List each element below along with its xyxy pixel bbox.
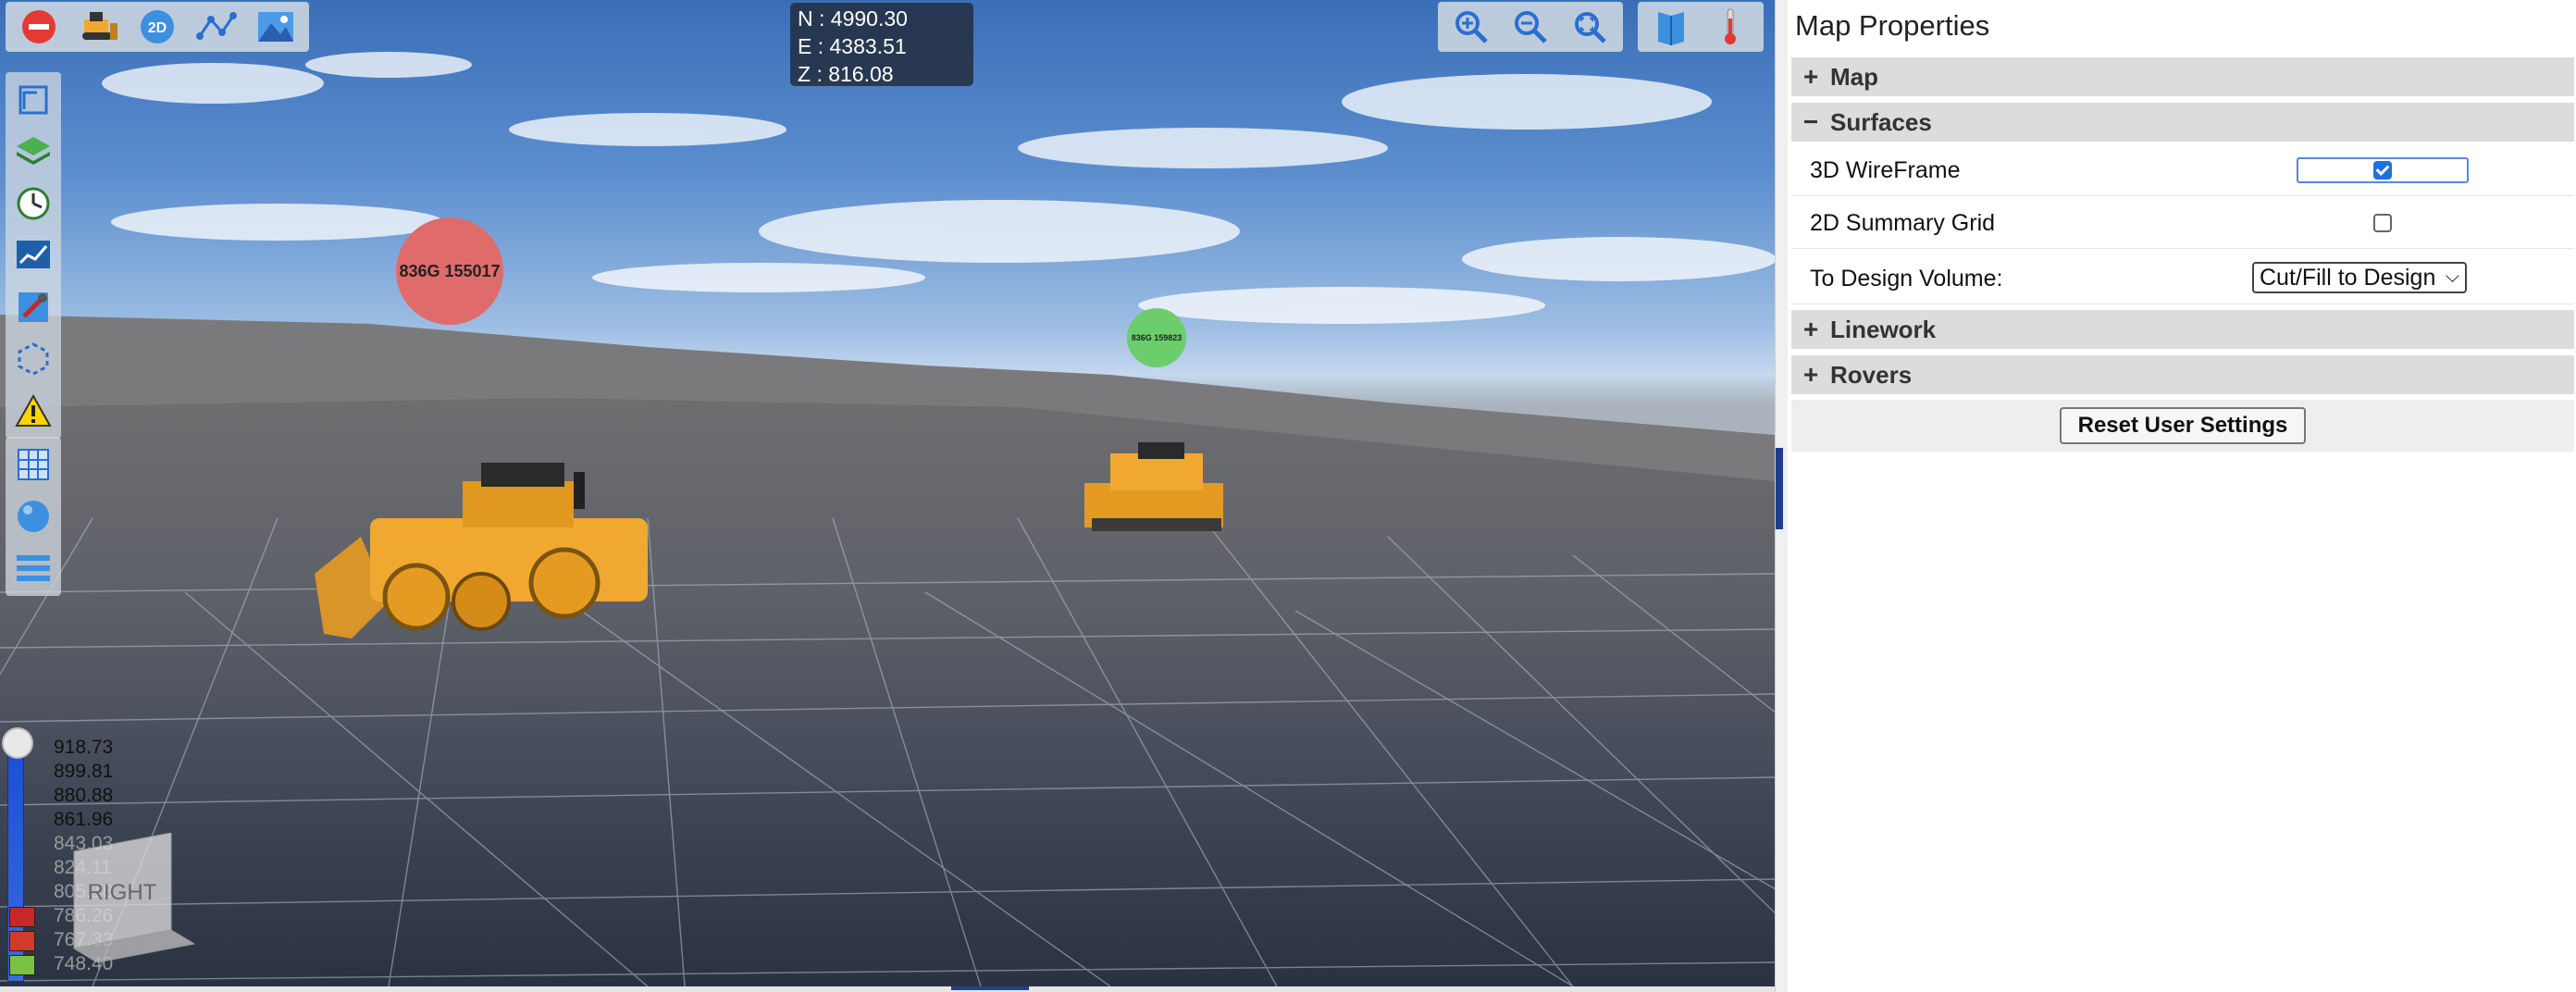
expand-icon: + <box>1802 360 1819 389</box>
wireframe-checkbox[interactable] <box>2373 161 2392 180</box>
machines-button[interactable] <box>70 6 126 47</box>
2d-view-button[interactable]: 2D <box>130 6 185 47</box>
3d-map-viewport[interactable]: 836G 155017 836G 159823 2D N : 4990.30 E… <box>0 0 1775 986</box>
section-linework[interactable]: + Linework <box>1791 310 2574 349</box>
section-surfaces[interactable]: − Surfaces <box>1791 103 2574 142</box>
history-button[interactable] <box>7 180 59 228</box>
list-button[interactable] <box>7 544 59 592</box>
terrain-button[interactable] <box>248 6 303 47</box>
clouds <box>102 52 1775 324</box>
summary-grid-checkbox[interactable] <box>2373 214 2392 232</box>
zoom-extents-button[interactable] <box>1562 6 1617 47</box>
landscape-icon <box>258 12 293 42</box>
terrain-scene <box>0 52 1775 986</box>
legend-swatch-red <box>9 907 35 927</box>
horizontal-scrollbar[interactable] <box>0 986 1775 992</box>
design-volume-select[interactable]: Cut/Fill to Design ⌵ <box>2252 262 2467 293</box>
stop-button[interactable] <box>11 6 67 47</box>
zoom-toolbar <box>1438 2 1623 52</box>
northing-value: N : 4990.30 <box>798 6 908 31</box>
tools-icon <box>19 292 48 322</box>
svg-text:2D: 2D <box>148 20 167 36</box>
expand-icon: + <box>1802 315 1819 343</box>
summary-grid-label: 2D Summary Grid <box>1810 209 1996 236</box>
legend-slider-knob[interactable] <box>2 727 33 759</box>
zoom-extents-icon <box>1575 12 1606 43</box>
panel-title: Map Properties <box>1795 9 1990 42</box>
view-toolbar <box>1638 2 1764 52</box>
measure-button[interactable] <box>189 6 244 47</box>
map-book-button[interactable] <box>1643 6 1699 47</box>
chevron-down-icon: ⌵ <box>2445 267 2459 287</box>
thermometer-icon <box>1725 8 1736 44</box>
section-label: Rovers <box>1830 360 1913 389</box>
zoom-in-button[interactable] <box>1443 6 1499 47</box>
view-cube[interactable]: RIGHT <box>56 832 196 963</box>
splitter-grip[interactable] <box>1776 448 1783 529</box>
layers-button[interactable] <box>7 128 59 176</box>
machine-balloon-1[interactable]: 836G 155017 <box>396 217 503 325</box>
easting-value: E : 4383.51 <box>798 34 907 58</box>
section-label: Map <box>1830 62 1878 91</box>
design-icon <box>19 85 48 115</box>
legend-value: 880.88 <box>54 785 114 806</box>
summary-grid-checkbox-frame <box>2297 210 2469 236</box>
legend-value: 918.73 <box>54 737 114 758</box>
side-toolbar-top <box>6 72 61 439</box>
stop-icon <box>22 10 56 43</box>
polyline-icon <box>196 12 237 40</box>
machine-balloon-2[interactable]: 836G 159823 <box>1127 308 1186 367</box>
wireframe-label: 3D WireFrame <box>1810 156 1961 183</box>
scrollbar-thumb[interactable] <box>951 986 1029 990</box>
history-clock-icon <box>17 187 50 220</box>
wireframe-checkbox-frame <box>2297 157 2469 183</box>
zoom-in-icon <box>1455 11 1488 43</box>
tools-button[interactable] <box>7 283 59 331</box>
list-icon <box>17 555 50 581</box>
2d-view-icon: 2D <box>141 10 174 43</box>
legend-value: 899.81 <box>54 761 114 782</box>
panel-splitter[interactable] <box>1775 0 1789 992</box>
zoom-out-icon <box>1515 11 1547 43</box>
selection-icon <box>18 342 49 376</box>
layers-icon <box>17 137 50 165</box>
legend-swatch-red-2 <box>9 931 35 951</box>
design-volume-label: To Design Volume: <box>1810 265 2003 291</box>
design-volume-row: To Design Volume: Cut/Fill to Design ⌵ <box>1791 254 2574 304</box>
elevation-value: Z : 816.08 <box>798 62 894 86</box>
map-properties-panel: Map Properties + Map − Surfaces 3D WireF… <box>1788 0 2576 992</box>
summary-grid-row: 2D Summary Grid <box>1791 198 2574 249</box>
legend-swatch-green <box>9 955 35 975</box>
expand-icon: + <box>1802 62 1819 91</box>
grid-icon <box>18 449 49 480</box>
select-area-button[interactable] <box>7 335 59 383</box>
section-label: Linework <box>1830 315 1937 343</box>
coordinate-readout: N : 4990.30 E : 4383.51 Z : 816.08 <box>790 3 973 86</box>
main-toolbar: 2D <box>6 2 309 52</box>
book-icon <box>1658 12 1684 45</box>
reset-user-settings-button[interactable]: Reset User Settings <box>2060 407 2306 444</box>
collapse-icon: − <box>1802 107 1819 136</box>
section-map[interactable]: + Map <box>1791 57 2574 96</box>
grid-button[interactable] <box>7 440 59 489</box>
bulldozer-icon <box>82 12 118 40</box>
side-toolbar-bottom <box>6 437 61 596</box>
charts-button[interactable] <box>7 231 59 279</box>
temperature-button[interactable] <box>1703 6 1758 47</box>
legend-value: 861.96 <box>54 809 114 830</box>
section-rovers[interactable]: + Rovers <box>1791 355 2574 394</box>
design-button[interactable] <box>7 76 59 124</box>
zoom-out-button[interactable] <box>1503 6 1558 47</box>
design-volume-value: Cut/Fill to Design <box>2260 264 2436 291</box>
section-label: Surfaces <box>1830 107 1932 136</box>
warning-icon <box>15 393 52 427</box>
sphere-icon <box>18 501 49 532</box>
surface-button[interactable] <box>7 492 59 540</box>
view-cube-face-label: RIGHT <box>88 880 157 905</box>
chart-icon <box>17 241 50 268</box>
wireframe-row: 3D WireFrame <box>1791 145 2574 196</box>
alerts-button[interactable] <box>7 387 59 435</box>
